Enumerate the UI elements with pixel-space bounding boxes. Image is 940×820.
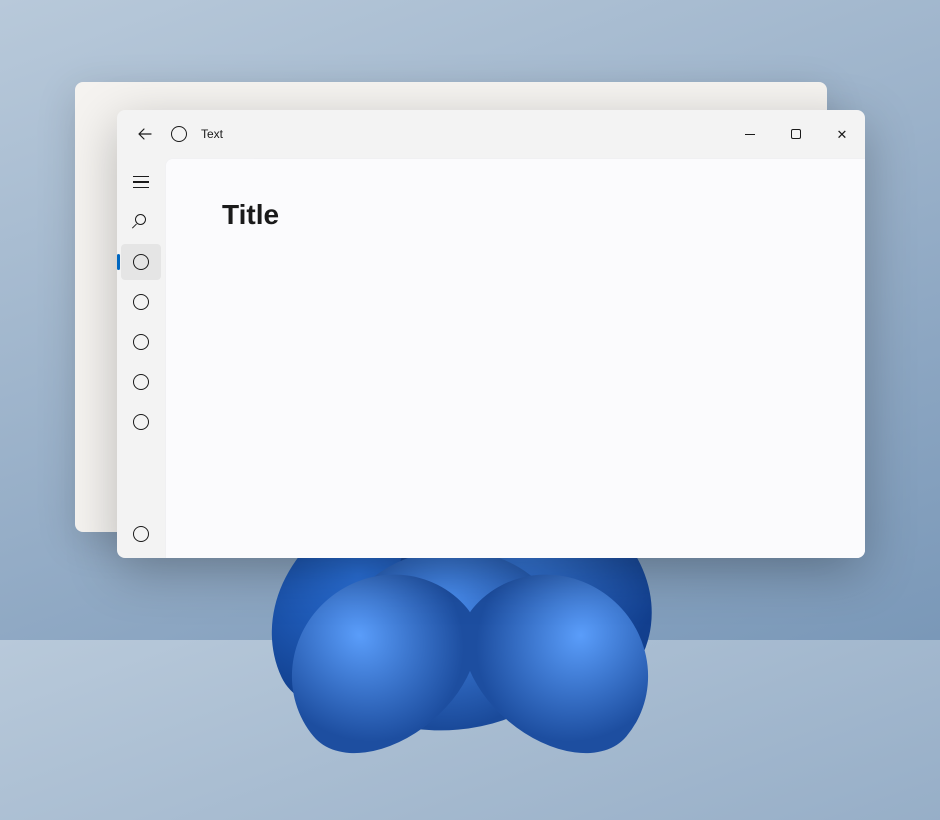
nav-footer-item[interactable] (121, 516, 161, 552)
app-window: Text ✕ (117, 110, 865, 558)
close-button[interactable]: ✕ (819, 118, 865, 150)
nav-hamburger-button[interactable] (121, 164, 161, 200)
nav-item-4[interactable] (121, 364, 161, 400)
nav-item-2[interactable] (121, 284, 161, 320)
nav-item-5[interactable] (121, 404, 161, 440)
back-button[interactable] (125, 116, 165, 152)
minimize-button[interactable] (727, 118, 773, 150)
maximize-button[interactable] (773, 118, 819, 150)
window-title: Text (201, 127, 223, 141)
minimize-icon (745, 134, 755, 135)
hamburger-icon (133, 176, 149, 188)
window-body: Title (117, 158, 865, 558)
navigation-pane (117, 158, 165, 558)
page-title: Title (222, 199, 809, 231)
circle-icon (171, 126, 187, 142)
back-arrow-icon (138, 127, 152, 141)
circle-icon (133, 414, 149, 430)
circle-icon (133, 254, 149, 270)
app-icon (171, 126, 187, 142)
nav-item-1[interactable] (121, 244, 161, 280)
titlebar[interactable]: Text ✕ (117, 110, 865, 158)
content-area: Title (165, 158, 865, 558)
circle-icon (133, 374, 149, 390)
circle-icon (133, 294, 149, 310)
maximize-icon (791, 129, 801, 139)
nav-search-button[interactable] (121, 204, 161, 240)
circle-icon (133, 526, 149, 542)
close-icon: ✕ (837, 128, 848, 141)
nav-item-3[interactable] (121, 324, 161, 360)
circle-icon (133, 334, 149, 350)
caption-buttons: ✕ (727, 118, 865, 150)
search-icon (133, 214, 149, 230)
